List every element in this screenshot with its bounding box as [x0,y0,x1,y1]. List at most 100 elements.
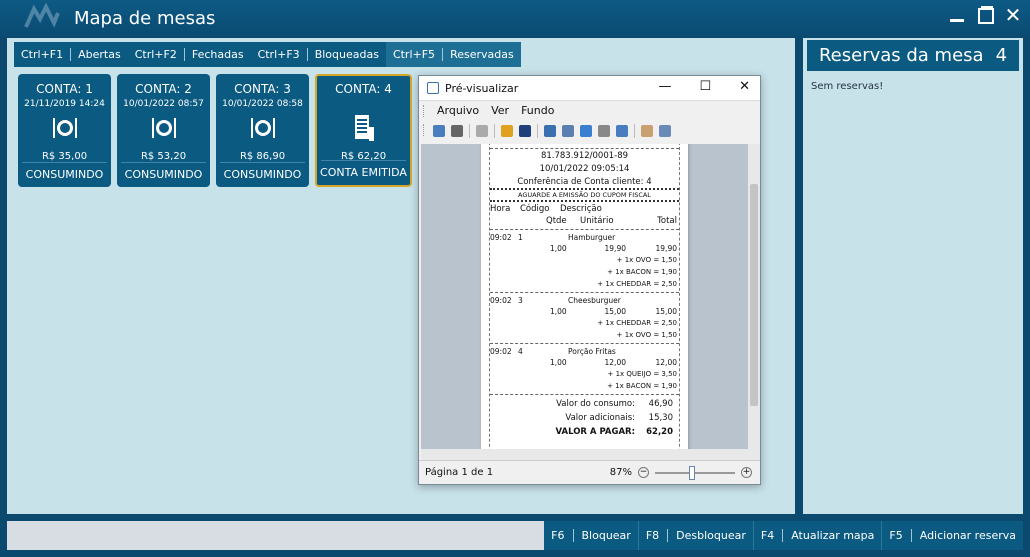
hand-tool-icon[interactable] [641,125,653,137]
button-label: Bloquear [581,529,631,542]
preview-viewport[interactable]: 81.783.912/0001-89 10/01/2022 09:05:14 C… [421,144,748,461]
save-icon[interactable] [519,125,531,137]
card-title: CONTA: 1 [36,82,93,96]
bottom-bar: F6 Bloquear F8 Desbloquear F4 Atualizar map… [7,521,1023,550]
item-unit: 15,00 [604,307,626,316]
preview-toolbar [419,120,760,142]
card-status: CONTA EMITIDA [320,166,407,179]
table-cards: CONTA: 1 21/11/2019 14:24 R$ 35,00 CONSU… [18,74,412,187]
pagar-label: VALOR A PAGAR: [555,427,636,437]
col-qtde: Qtde [546,216,567,226]
table-card-2[interactable]: CONTA: 2 10/01/2022 08:57 R$ 53,20 CONSU… [117,74,210,187]
item-code: 4 [518,347,523,356]
minimize-icon[interactable] [948,6,966,24]
preview-vertical-scrollbar[interactable] [748,144,760,461]
menu-arquivo[interactable]: Arquivo [437,104,479,117]
page-indicator: Página 1 de 1 [425,467,494,478]
tab-fechadas[interactable]: Ctrl+F2 Fechadas [128,42,251,67]
col-codigo: Código [520,204,550,214]
button-label: Desbloquear [676,529,746,542]
item-name: Cheesburguer [568,296,621,305]
preview-title: Pré-visualizar [445,81,519,95]
tab-abertas[interactable]: Ctrl+F1 Abertas [14,42,128,67]
receipt-icon [354,115,374,141]
receipt-notice: AGUARDE A EMISSÃO DO CUPOM FISCAL [518,191,651,199]
edit-icon[interactable] [476,125,488,137]
print-icon[interactable] [562,125,574,137]
card-status: CONSUMINDO [25,168,104,181]
tab-label: Fechadas [191,48,244,61]
card-value: R$ 35,00 [41,151,88,162]
item-addition: + 1x BACON = 1,90 [607,382,677,390]
refresh-map-button[interactable]: F4 Atualizar mapa [752,521,882,550]
app-logo-icon [24,3,60,28]
table-card-4[interactable]: CONTA: 4 R$ 62,20 CONTA EMITIDA [315,74,412,187]
consumo-label: Valor do consumo: [556,399,635,409]
table-card-1[interactable]: CONTA: 1 21/11/2019 14:24 R$ 35,00 CONSU… [18,74,111,187]
receipt-cnpj: 81.783.912/0001-89 [540,151,629,161]
tab-label: Reservadas [450,48,514,61]
card-date: 10/01/2022 08:58 [222,99,303,109]
button-key: F8 [646,529,669,542]
close-icon[interactable]: ✕ [1004,5,1022,25]
item-total: 19,90 [655,244,677,253]
tab-key: Ctrl+F5 [393,48,444,61]
window-title: Mapa de mesas [74,7,216,29]
multipage-icon[interactable] [616,125,628,137]
preview-minimize-icon[interactable]: — [658,79,671,94]
adicionais-value: 15,30 [648,413,673,423]
tab-key: Ctrl+F1 [21,48,72,61]
maximize-icon[interactable] [976,6,994,24]
add-reservation-button[interactable]: F5 Adicionar reserva [881,521,1023,550]
button-key: F4 [761,529,784,542]
menu-fundo[interactable]: Fundo [521,104,554,117]
item-time: 09:02 [490,296,512,305]
zoom-level: 87% [609,467,632,478]
col-descricao: Descrição [560,204,602,214]
card-title: CONTA: 4 [335,82,392,96]
unblock-button[interactable]: F8 Desbloquear [637,521,753,550]
col-total: Total [657,216,677,226]
title-bar: Mapa de mesas ✕ [0,0,1030,36]
button-key: F5 [889,529,912,542]
preview-close-icon[interactable]: ✕ [739,79,750,94]
item-time: 09:02 [490,233,512,242]
receipt-item: 09:02 1 Hamburguer 1,00 19,90 19,90 + 1x OVO… [490,232,679,290]
tab-reservadas[interactable]: Ctrl+F5 Reservadas [385,42,521,67]
open-icon[interactable] [501,125,513,137]
receipt-item: 09:02 4 Porção Fritas 1,00 12,00 12,00 + 1x … [490,346,679,392]
find-icon[interactable] [451,125,463,137]
preview-maximize-icon[interactable]: ☐ [699,79,711,94]
item-addition: + 1x CHEDDAR = 2,50 [597,319,677,327]
page-setup-icon[interactable] [544,125,556,137]
card-title: CONTA: 3 [234,82,291,96]
item-name: Porção Fritas [568,347,616,356]
block-button[interactable]: F6 Bloquear [544,521,638,550]
thumbnails-icon[interactable] [433,125,445,137]
item-name: Hamburguer [568,233,616,242]
item-code: 3 [518,296,523,305]
zoom-out-icon[interactable]: − [638,467,649,478]
zoom-in-icon[interactable]: + [741,467,752,478]
tab-bloqueadas[interactable]: Ctrl+F3 Bloqueadas [251,42,386,67]
zoom-icon[interactable] [659,125,671,137]
quick-print-icon[interactable] [580,125,592,137]
card-date: 21/11/2019 14:24 [24,99,105,109]
card-date [317,99,410,111]
tab-label: Bloqueadas [314,48,379,61]
menu-ver[interactable]: Ver [491,104,509,117]
item-qty: 1,00 [550,358,567,367]
receipt-item: 09:02 3 Cheesburguer 1,00 15,00 15,00 + 1x C… [490,295,679,341]
item-total: 15,00 [655,307,677,316]
tab-label: Abertas [78,48,121,61]
reservations-empty-text: Sem reservas! [811,81,884,92]
tab-key: Ctrl+F2 [135,48,185,61]
item-unit: 19,90 [604,244,626,253]
filter-tabs: Ctrl+F1 Abertas Ctrl+F2 Fechadas Ctrl+F3 Bl… [14,42,521,67]
margins-icon[interactable] [598,125,610,137]
item-total: 12,00 [655,358,677,367]
zoom-slider[interactable] [655,465,735,480]
preview-icon [427,82,439,94]
card-value: R$ 86,90 [239,151,286,162]
table-card-3[interactable]: CONTA: 3 10/01/2022 08:58 R$ 86,90 CONSU… [216,74,309,187]
